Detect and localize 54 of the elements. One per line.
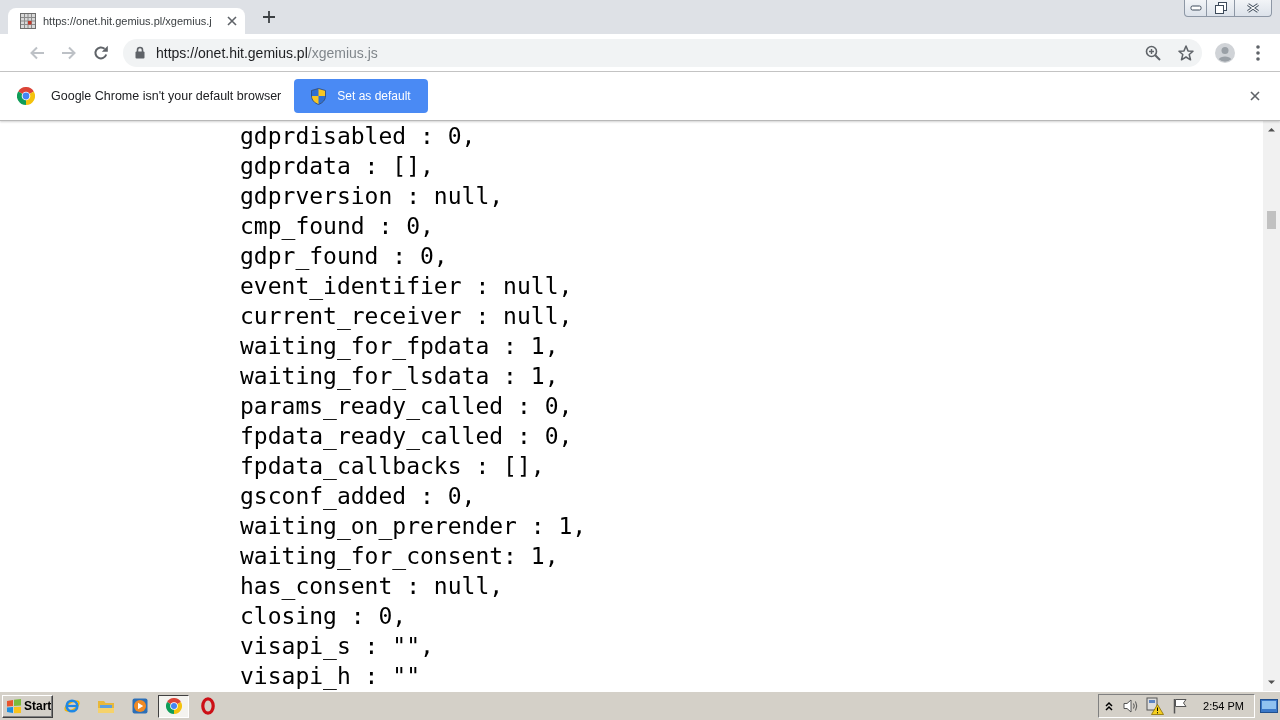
show-desktop-icon[interactable] bbox=[1260, 699, 1278, 713]
plus-icon[interactable] bbox=[263, 11, 275, 23]
star-icon[interactable] bbox=[1178, 44, 1194, 61]
code-line: closing : 0, bbox=[240, 602, 407, 631]
speaker-icon[interactable] bbox=[1123, 698, 1140, 714]
browser-logo-icon bbox=[165, 698, 182, 714]
network-warning-icon[interactable] bbox=[1146, 697, 1165, 715]
code-line: gdprdisabled : 0, bbox=[240, 122, 476, 151]
code-line: waiting_for_lsdata : 1, bbox=[240, 362, 559, 391]
o-ring-icon bbox=[200, 697, 215, 715]
code-line: gdprversion : null, bbox=[240, 182, 504, 211]
shield-icon bbox=[311, 87, 327, 105]
code-line: has_consent : null, bbox=[240, 572, 504, 601]
close-window-button[interactable] bbox=[1234, 0, 1272, 17]
grid-icon bbox=[20, 13, 36, 29]
flag-icon[interactable] bbox=[1173, 698, 1188, 714]
browser-logo-icon bbox=[17, 87, 35, 105]
address-bar[interactable]: https://onet.hit.gemius.pl/xgemius.js bbox=[123, 38, 1202, 67]
code-line: cmp_found : 0, bbox=[240, 212, 434, 241]
infobar-message: Google Chrome isn't your default browser bbox=[51, 89, 282, 103]
code-line: fpdata_ready_called : 0, bbox=[240, 422, 573, 451]
code-line: gdprdata : [], bbox=[240, 152, 434, 181]
close-icon[interactable] bbox=[1250, 91, 1260, 101]
clock: 2:54 PM bbox=[1203, 700, 1244, 712]
zoom-in-icon[interactable] bbox=[1145, 44, 1161, 61]
start-button[interactable]: Start bbox=[2, 694, 53, 718]
code-line: params_ready_called : 0, bbox=[240, 392, 573, 421]
play-icon bbox=[131, 698, 148, 714]
scrollbar-thumb[interactable] bbox=[1267, 211, 1276, 229]
close-icon bbox=[1246, 3, 1260, 13]
taskbar-app-button[interactable] bbox=[158, 694, 189, 718]
code-line: visapi_s : "", bbox=[240, 632, 434, 661]
avatar-icon[interactable] bbox=[1215, 42, 1235, 63]
close-tab-icon[interactable] bbox=[227, 16, 237, 26]
reload-icon[interactable] bbox=[93, 44, 109, 61]
code-line: gsconf_added : 0, bbox=[240, 482, 476, 511]
code-line: waiting_for_consent: 1, bbox=[240, 542, 559, 571]
flag-logo-icon bbox=[6, 698, 22, 714]
restore-icon bbox=[1214, 2, 1227, 14]
code-line: gdpr_found : 0, bbox=[240, 242, 448, 271]
lock-icon[interactable] bbox=[135, 46, 145, 59]
restore-button[interactable] bbox=[1206, 0, 1235, 17]
code-line: event_identifier : null, bbox=[240, 272, 573, 301]
menu-icon[interactable] bbox=[1256, 44, 1260, 61]
e-logo-icon bbox=[62, 697, 81, 715]
chevron-up-icon[interactable] bbox=[1105, 701, 1114, 711]
code-line: waiting_on_prerender : 1, bbox=[240, 512, 587, 541]
code-line: current_receiver : null, bbox=[240, 302, 573, 331]
browser-tab[interactable]: https://onet.hit.gemius.pl/xgemius.j bbox=[8, 8, 245, 34]
code-line: fpdata_callbacks : [], bbox=[240, 452, 545, 481]
minimize-icon bbox=[1189, 5, 1202, 11]
folder-icon bbox=[96, 698, 115, 714]
code-line: visapi_h : "" bbox=[240, 662, 420, 691]
code-line: waiting_for_fpdata : 1, bbox=[240, 332, 559, 361]
